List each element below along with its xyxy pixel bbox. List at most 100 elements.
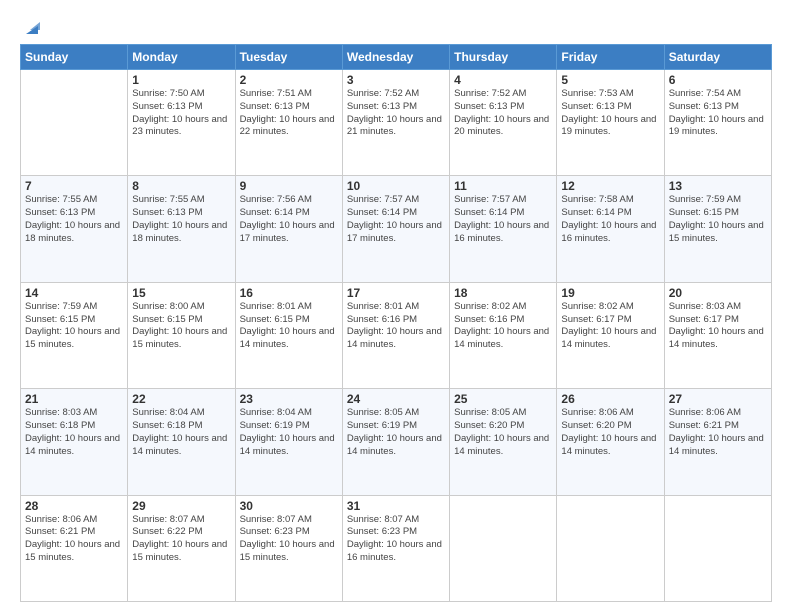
col-header-saturday: Saturday <box>664 45 771 70</box>
day-number: 23 <box>240 392 338 406</box>
day-info: Sunrise: 8:06 AM Sunset: 6:21 PM Dayligh… <box>669 407 767 458</box>
day-cell: 24Sunrise: 8:05 AM Sunset: 6:19 PM Dayli… <box>342 389 449 495</box>
day-cell: 10Sunrise: 7:57 AM Sunset: 6:14 PM Dayli… <box>342 176 449 282</box>
col-header-wednesday: Wednesday <box>342 45 449 70</box>
day-number: 28 <box>25 499 123 513</box>
day-cell: 5Sunrise: 7:53 AM Sunset: 6:13 PM Daylig… <box>557 70 664 176</box>
day-cell: 4Sunrise: 7:52 AM Sunset: 6:13 PM Daylig… <box>450 70 557 176</box>
day-number: 10 <box>347 179 445 193</box>
day-info: Sunrise: 8:03 AM Sunset: 6:18 PM Dayligh… <box>25 407 123 458</box>
day-cell: 9Sunrise: 7:56 AM Sunset: 6:14 PM Daylig… <box>235 176 342 282</box>
day-info: Sunrise: 8:07 AM Sunset: 6:23 PM Dayligh… <box>347 514 445 565</box>
day-info: Sunrise: 8:06 AM Sunset: 6:20 PM Dayligh… <box>561 407 659 458</box>
day-cell: 26Sunrise: 8:06 AM Sunset: 6:20 PM Dayli… <box>557 389 664 495</box>
day-cell: 22Sunrise: 8:04 AM Sunset: 6:18 PM Dayli… <box>128 389 235 495</box>
day-info: Sunrise: 8:05 AM Sunset: 6:19 PM Dayligh… <box>347 407 445 458</box>
day-info: Sunrise: 7:53 AM Sunset: 6:13 PM Dayligh… <box>561 88 659 139</box>
day-cell: 19Sunrise: 8:02 AM Sunset: 6:17 PM Dayli… <box>557 282 664 388</box>
day-cell: 21Sunrise: 8:03 AM Sunset: 6:18 PM Dayli… <box>21 389 128 495</box>
col-header-monday: Monday <box>128 45 235 70</box>
day-number: 3 <box>347 73 445 87</box>
day-number: 25 <box>454 392 552 406</box>
day-cell: 14Sunrise: 7:59 AM Sunset: 6:15 PM Dayli… <box>21 282 128 388</box>
day-number: 19 <box>561 286 659 300</box>
day-cell: 28Sunrise: 8:06 AM Sunset: 6:21 PM Dayli… <box>21 495 128 601</box>
day-info: Sunrise: 7:59 AM Sunset: 6:15 PM Dayligh… <box>669 194 767 245</box>
day-cell: 12Sunrise: 7:58 AM Sunset: 6:14 PM Dayli… <box>557 176 664 282</box>
day-number: 21 <box>25 392 123 406</box>
day-cell: 6Sunrise: 7:54 AM Sunset: 6:13 PM Daylig… <box>664 70 771 176</box>
page: SundayMondayTuesdayWednesdayThursdayFrid… <box>0 0 792 612</box>
day-number: 18 <box>454 286 552 300</box>
day-info: Sunrise: 8:07 AM Sunset: 6:23 PM Dayligh… <box>240 514 338 565</box>
day-info: Sunrise: 7:58 AM Sunset: 6:14 PM Dayligh… <box>561 194 659 245</box>
day-number: 26 <box>561 392 659 406</box>
week-row-5: 28Sunrise: 8:06 AM Sunset: 6:21 PM Dayli… <box>21 495 772 601</box>
day-number: 30 <box>240 499 338 513</box>
day-info: Sunrise: 8:03 AM Sunset: 6:17 PM Dayligh… <box>669 301 767 352</box>
day-info: Sunrise: 8:06 AM Sunset: 6:21 PM Dayligh… <box>25 514 123 565</box>
day-cell: 18Sunrise: 8:02 AM Sunset: 6:16 PM Dayli… <box>450 282 557 388</box>
week-row-3: 14Sunrise: 7:59 AM Sunset: 6:15 PM Dayli… <box>21 282 772 388</box>
day-cell: 11Sunrise: 7:57 AM Sunset: 6:14 PM Dayli… <box>450 176 557 282</box>
day-cell <box>664 495 771 601</box>
day-cell: 7Sunrise: 7:55 AM Sunset: 6:13 PM Daylig… <box>21 176 128 282</box>
day-number: 8 <box>132 179 230 193</box>
day-number: 14 <box>25 286 123 300</box>
day-cell: 31Sunrise: 8:07 AM Sunset: 6:23 PM Dayli… <box>342 495 449 601</box>
logo-triangle-icon <box>22 18 42 38</box>
day-number: 27 <box>669 392 767 406</box>
day-info: Sunrise: 8:01 AM Sunset: 6:15 PM Dayligh… <box>240 301 338 352</box>
day-cell: 3Sunrise: 7:52 AM Sunset: 6:13 PM Daylig… <box>342 70 449 176</box>
day-info: Sunrise: 8:02 AM Sunset: 6:17 PM Dayligh… <box>561 301 659 352</box>
day-number: 11 <box>454 179 552 193</box>
day-cell: 16Sunrise: 8:01 AM Sunset: 6:15 PM Dayli… <box>235 282 342 388</box>
day-info: Sunrise: 7:56 AM Sunset: 6:14 PM Dayligh… <box>240 194 338 245</box>
day-number: 31 <box>347 499 445 513</box>
day-info: Sunrise: 7:54 AM Sunset: 6:13 PM Dayligh… <box>669 88 767 139</box>
day-cell: 23Sunrise: 8:04 AM Sunset: 6:19 PM Dayli… <box>235 389 342 495</box>
logo <box>20 18 42 34</box>
day-cell: 30Sunrise: 8:07 AM Sunset: 6:23 PM Dayli… <box>235 495 342 601</box>
day-info: Sunrise: 8:07 AM Sunset: 6:22 PM Dayligh… <box>132 514 230 565</box>
day-info: Sunrise: 7:57 AM Sunset: 6:14 PM Dayligh… <box>347 194 445 245</box>
day-cell: 1Sunrise: 7:50 AM Sunset: 6:13 PM Daylig… <box>128 70 235 176</box>
col-header-sunday: Sunday <box>21 45 128 70</box>
day-number: 20 <box>669 286 767 300</box>
week-row-2: 7 Sunrise: 7:55 AM Sunset: 6:13 PM Daylig… <box>21 176 772 282</box>
day-info: Sunrise: 8:01 AM Sunset: 6:16 PM Dayligh… <box>347 301 445 352</box>
day-info: Sunrise: 7:55 AM Sunset: 6:13 PM Dayligh… <box>132 194 230 245</box>
header <box>20 18 772 34</box>
day-cell: 29Sunrise: 8:07 AM Sunset: 6:22 PM Dayli… <box>128 495 235 601</box>
day-number: 12 <box>561 179 659 193</box>
day-number: 24 <box>347 392 445 406</box>
day-info: Sunrise: 7:51 AM Sunset: 6:13 PM Dayligh… <box>240 88 338 139</box>
day-number: 4 <box>454 73 552 87</box>
day-number: 15 <box>132 286 230 300</box>
col-header-tuesday: Tuesday <box>235 45 342 70</box>
day-number: 7 <box>25 179 123 193</box>
day-cell: 25Sunrise: 8:05 AM Sunset: 6:20 PM Dayli… <box>450 389 557 495</box>
day-info: Sunrise: 7:50 AM Sunset: 6:13 PM Dayligh… <box>132 88 230 139</box>
day-number: 17 <box>347 286 445 300</box>
day-cell <box>450 495 557 601</box>
day-cell: 13Sunrise: 7:59 AM Sunset: 6:15 PM Dayli… <box>664 176 771 282</box>
col-header-thursday: Thursday <box>450 45 557 70</box>
day-info: Sunrise: 7:57 AM Sunset: 6:14 PM Dayligh… <box>454 194 552 245</box>
day-info: Sunrise: 8:04 AM Sunset: 6:18 PM Dayligh… <box>132 407 230 458</box>
day-number: 29 <box>132 499 230 513</box>
week-row-1: 1Sunrise: 7:50 AM Sunset: 6:13 PM Daylig… <box>21 70 772 176</box>
day-info: Sunrise: 7:52 AM Sunset: 6:13 PM Dayligh… <box>454 88 552 139</box>
day-cell: 15Sunrise: 8:00 AM Sunset: 6:15 PM Dayli… <box>128 282 235 388</box>
day-info: Sunrise: 7:59 AM Sunset: 6:15 PM Dayligh… <box>25 301 123 352</box>
calendar-header-row: SundayMondayTuesdayWednesdayThursdayFrid… <box>21 45 772 70</box>
day-cell: 2Sunrise: 7:51 AM Sunset: 6:13 PM Daylig… <box>235 70 342 176</box>
day-cell <box>21 70 128 176</box>
day-cell: 17Sunrise: 8:01 AM Sunset: 6:16 PM Dayli… <box>342 282 449 388</box>
day-cell: 20Sunrise: 8:03 AM Sunset: 6:17 PM Dayli… <box>664 282 771 388</box>
day-cell <box>557 495 664 601</box>
day-number: 6 <box>669 73 767 87</box>
day-info: Sunrise: 8:04 AM Sunset: 6:19 PM Dayligh… <box>240 407 338 458</box>
day-number: 1 <box>132 73 230 87</box>
day-number: 22 <box>132 392 230 406</box>
